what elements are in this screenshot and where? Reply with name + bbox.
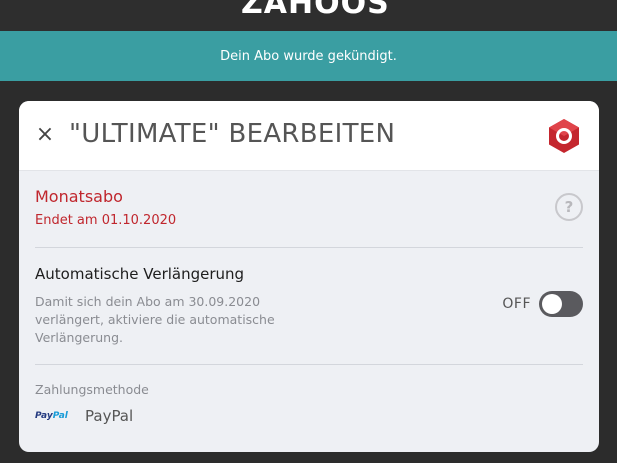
plan-end-date: Endet am 01.10.2020 bbox=[35, 213, 177, 228]
cancellation-notice: Dein Abo wurde gekündigt. bbox=[0, 31, 617, 81]
plan-section: Monatsabo Endet am 01.10.2020 ? bbox=[35, 187, 583, 228]
close-button[interactable]: × bbox=[33, 123, 57, 147]
close-icon: × bbox=[35, 122, 55, 147]
top-bar: ZAHOOS bbox=[0, 0, 617, 31]
renewal-description: Damit sich dein Abo am 30.09.2020 verlän… bbox=[35, 294, 275, 345]
paypal-logo-icon: PayPal bbox=[35, 411, 68, 421]
modal-header: × "ULTIMATE" BEARBEITEN bbox=[19, 101, 599, 171]
renewal-section: Automatische Verlängerung Damit sich dei… bbox=[35, 265, 583, 355]
payment-section: Zahlungsmethode PayPal PayPal bbox=[35, 382, 583, 432]
notice-text: Dein Abo wurde gekündigt. bbox=[220, 48, 397, 64]
renewal-toggle-group: OFF bbox=[502, 291, 583, 317]
auto-renewal-toggle[interactable] bbox=[539, 291, 583, 317]
plan-name: Monatsabo bbox=[35, 187, 123, 206]
modal-title: "ULTIMATE" BEARBEITEN bbox=[69, 119, 396, 149]
payment-method-label: Zahlungsmethode bbox=[35, 382, 149, 397]
divider bbox=[35, 247, 583, 248]
ultimate-gem-icon bbox=[549, 119, 579, 153]
payment-method-name: PayPal bbox=[85, 407, 134, 425]
help-icon[interactable]: ? bbox=[555, 193, 583, 221]
renewal-title: Automatische Verlängerung bbox=[35, 265, 245, 283]
toggle-state-label: OFF bbox=[502, 296, 531, 312]
paypal-logo-pay: Pay bbox=[35, 411, 53, 421]
divider bbox=[35, 364, 583, 365]
edit-subscription-modal: × "ULTIMATE" BEARBEITEN Monatsabo Endet … bbox=[19, 101, 599, 452]
app-logo[interactable]: ZAHOOS bbox=[241, 0, 390, 21]
toggle-knob bbox=[542, 294, 562, 314]
logo-text: ZAHOOS bbox=[241, 0, 390, 21]
paypal-logo-pal: Pal bbox=[52, 411, 68, 421]
